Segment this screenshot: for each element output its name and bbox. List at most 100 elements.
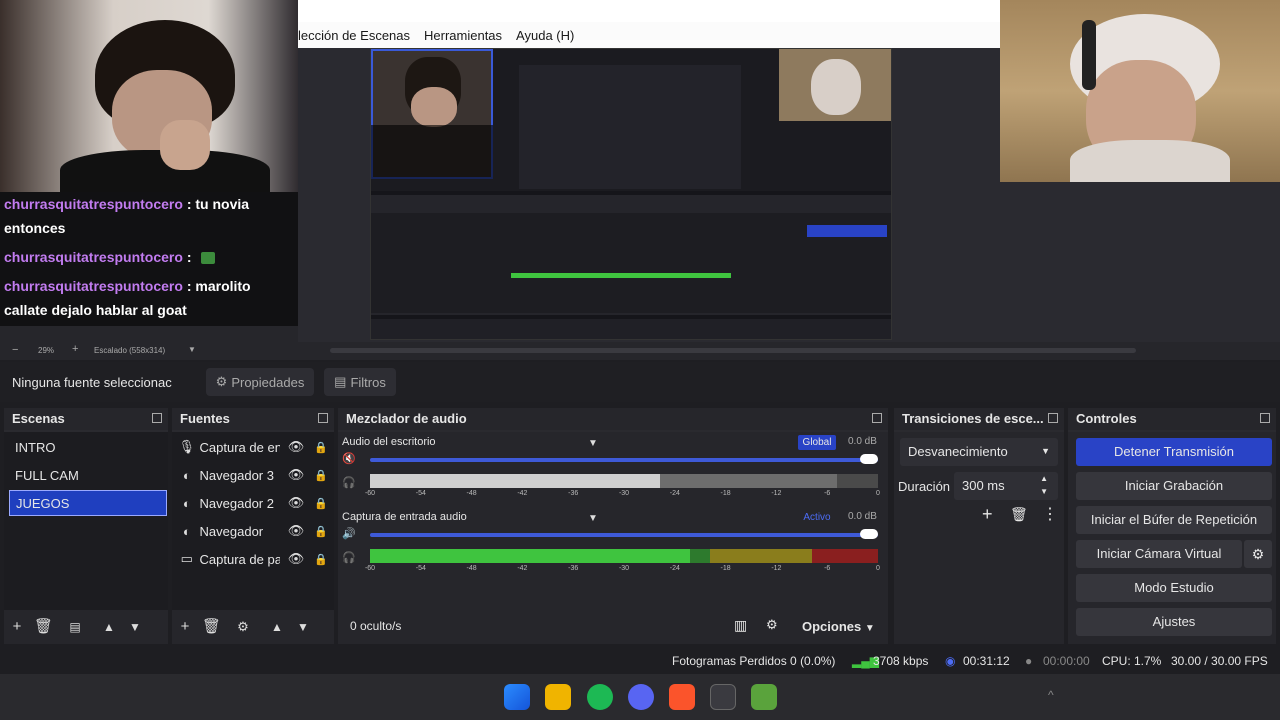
trash-icon[interactable]: 🗑	[1010, 506, 1028, 523]
start-virtual-camera-button[interactable]: Iniciar Cámara Virtual	[1076, 540, 1242, 568]
obs-icon[interactable]	[710, 684, 736, 710]
chat-overlay: churrasquitatrespuntocero : tu novia ent…	[0, 192, 298, 326]
eye-icon[interactable]: 👁	[288, 439, 305, 455]
meter-tick-label: -42	[517, 490, 528, 497]
volume-slider[interactable]	[370, 533, 878, 537]
studio-mode-button[interactable]: Modo Estudio	[1076, 574, 1272, 602]
gear-icon[interactable]: ⚙	[766, 617, 778, 633]
source-item[interactable]: ◐ Navegador 👁 🔒	[176, 518, 328, 544]
preview-scrollbar[interactable]	[330, 348, 1136, 353]
menu-help[interactable]: Ayuda (H)	[516, 28, 574, 43]
volume-slider-handle[interactable]	[860, 454, 878, 464]
transition-select[interactable]: Desvanecimiento ▼	[900, 438, 1058, 466]
meter-tick-label: -60	[364, 490, 376, 497]
trash-icon[interactable]: 🗑	[202, 618, 221, 636]
scene-item-full-cam[interactable]: FULL CAM	[9, 463, 167, 489]
duration-input[interactable]: 300 ms ▲ ▼	[954, 472, 1058, 500]
meter-tick-label: -6	[824, 490, 831, 497]
speaker-muted-icon[interactable]: 🔇	[342, 452, 356, 465]
meter-tick-label: -6	[824, 565, 831, 572]
discord-icon[interactable]	[628, 684, 654, 710]
source-item[interactable]: ◐ Navegador 2 👁 🔒	[176, 490, 328, 516]
eye-icon[interactable]: 👁	[288, 467, 305, 483]
chevron-up-icon[interactable]: ▲	[100, 618, 118, 636]
lock-icon[interactable]: 🔒	[314, 497, 328, 510]
layout-icon[interactable]: ▥	[734, 617, 747, 634]
eye-icon[interactable]: 👁	[288, 495, 305, 511]
filter-icon[interactable]: ▤	[66, 618, 84, 636]
lock-icon[interactable]: 🔒	[314, 441, 328, 454]
gear-icon[interactable]: ⚙	[1244, 540, 1272, 568]
volume-meter	[370, 549, 878, 563]
eye-icon[interactable]: 👁	[288, 523, 305, 539]
dock-header: Escenas	[4, 408, 168, 430]
zoom-out-button[interactable]: −	[12, 344, 18, 356]
filters-button[interactable]: ▤ Filtros	[324, 368, 396, 396]
meter-tick-label: -48	[466, 565, 477, 572]
properties-button[interactable]: ⚙ Propiedades	[206, 368, 314, 396]
controls-body: Detener Transmisión Iniciar Grabación In…	[1068, 432, 1276, 644]
chat-username: churrasquitatrespuntocero	[4, 196, 183, 212]
undock-icon[interactable]	[872, 413, 882, 423]
source-label: Navegador 3	[199, 467, 274, 483]
headphones-icon[interactable]: 🎧	[342, 551, 356, 564]
start-recording-button[interactable]: Iniciar Grabación	[1076, 472, 1272, 500]
start-replay-buffer-button[interactable]: Iniciar el Búfer de Repetición	[1076, 506, 1272, 534]
chat-username: churrasquitatrespuntocero	[4, 278, 183, 294]
add-icon[interactable]: +	[8, 618, 26, 636]
lock-icon[interactable]: 🔒	[314, 553, 328, 566]
volume-slider-handle[interactable]	[860, 529, 878, 539]
undock-icon[interactable]	[1260, 413, 1270, 423]
meter-tick-label: -36	[568, 565, 579, 572]
undock-icon[interactable]	[1048, 413, 1058, 423]
options-label: Opciones	[802, 619, 862, 634]
minecraft-icon[interactable]	[751, 684, 777, 710]
program-preview[interactable]	[370, 48, 892, 340]
more-icon[interactable]: ⋮	[1042, 504, 1058, 524]
add-icon[interactable]: +	[176, 618, 194, 636]
windows-start-icon[interactable]	[504, 684, 530, 710]
meter-tick-label: -36	[568, 490, 579, 497]
zoom-in-button[interactable]: +	[72, 343, 78, 355]
chevron-down-icon[interactable]: ▼	[126, 618, 144, 636]
brave-icon[interactable]	[669, 684, 695, 710]
chevron-down-icon[interactable]: ▼	[588, 513, 598, 524]
volume-slider[interactable]	[370, 458, 878, 462]
spotify-icon[interactable]	[587, 684, 613, 710]
globe-icon: ◐	[182, 523, 191, 539]
options-button[interactable]: Opciones ▼	[802, 619, 875, 634]
chevron-down-icon[interactable]: ▼	[294, 618, 312, 636]
chevron-up-icon[interactable]: ▲	[1040, 474, 1048, 483]
lock-icon[interactable]: 🔒	[314, 469, 328, 482]
source-list: 🎙 Captura de en 👁 🔒 ◐ Navegador 3 👁 🔒 ◐ …	[172, 432, 334, 610]
add-icon[interactable]: +	[982, 504, 993, 525]
lock-icon[interactable]: 🔒	[314, 525, 328, 538]
menu-tools[interactable]: Herramientas	[424, 28, 502, 43]
meter-scale: -60 -54 -48 -42 -36 -30 -24 -18 -12 -6 0	[365, 490, 880, 500]
chevron-down-icon[interactable]: ▼	[588, 438, 598, 449]
controls-dock: Controles Detener Transmisión Iniciar Gr…	[1068, 408, 1276, 644]
undock-icon[interactable]	[152, 413, 162, 423]
headphones-icon[interactable]: 🎧	[342, 476, 356, 489]
source-item[interactable]: ◐ Navegador 3 👁 🔒	[176, 462, 328, 488]
menu-scene-collection[interactable]: lección de Escenas	[298, 28, 410, 43]
eye-icon[interactable]: 👁	[288, 551, 305, 567]
chevron-down-icon[interactable]: ▼	[188, 345, 196, 354]
trash-icon[interactable]: 🗑	[34, 618, 53, 636]
gear-icon[interactable]: ⚙	[234, 618, 252, 636]
settings-button[interactable]: Ajustes	[1076, 608, 1272, 636]
scene-item-juegos[interactable]: JUEGOS	[9, 490, 167, 516]
scene-item-intro[interactable]: INTRO	[9, 435, 167, 461]
source-item[interactable]: 🎙 Captura de en 👁 🔒	[176, 434, 329, 460]
meter-tick-label: -30	[618, 490, 630, 497]
stop-streaming-button[interactable]: Detener Transmisión	[1076, 438, 1272, 466]
speaker-icon[interactable]: 🔊	[342, 527, 356, 540]
file-explorer-icon[interactable]	[545, 684, 571, 710]
chevron-down-icon: ▼	[1041, 446, 1050, 456]
chevron-up-icon[interactable]: ^	[1048, 688, 1054, 702]
microphone-icon: 🎙	[178, 439, 196, 454]
chevron-down-icon[interactable]: ▼	[1040, 487, 1048, 496]
undock-icon[interactable]	[318, 413, 328, 423]
source-item[interactable]: ▭ Captura de pa 👁 🔒	[176, 546, 328, 572]
chevron-up-icon[interactable]: ▲	[268, 618, 286, 636]
